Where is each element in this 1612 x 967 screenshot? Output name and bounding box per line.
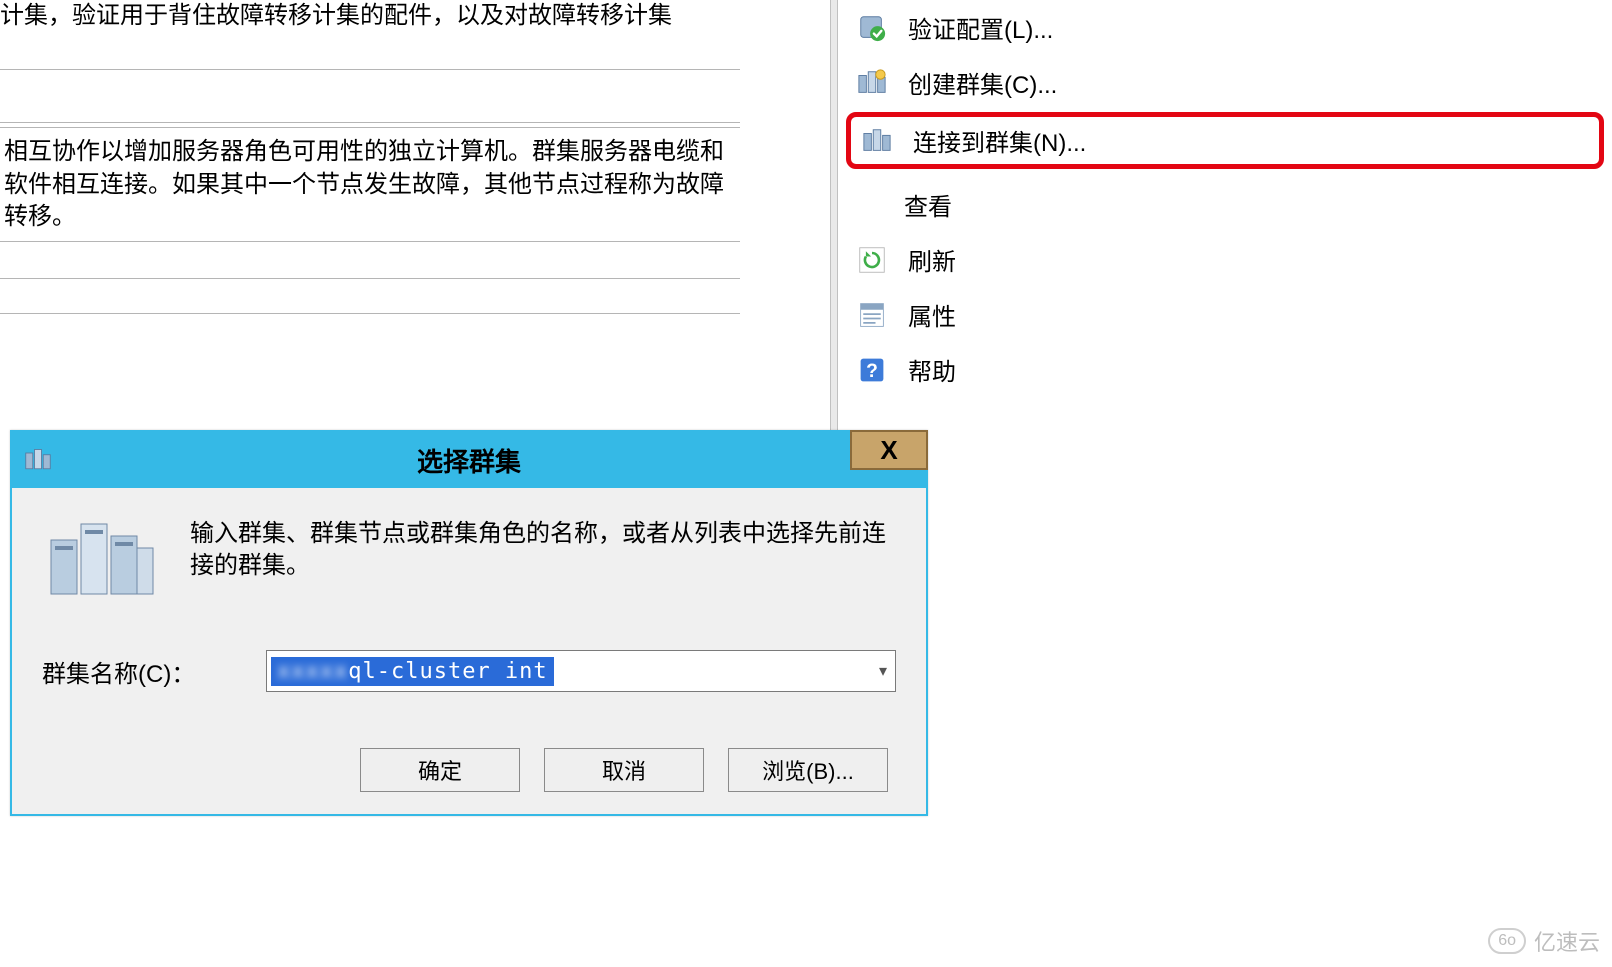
dialog-body: 输入群集、群集节点或群集角色的名称，或者从列表中选择先前连接的群集。 群集名称(… — [12, 488, 926, 814]
watermark-text: 亿速云 — [1534, 925, 1600, 957]
action-label: 连接到群集(N)... — [913, 123, 1086, 158]
cluster-name-combobox[interactable]: xxxxxql-cluster int ▾ — [266, 650, 896, 692]
vertical-separator — [830, 0, 838, 430]
action-label: 属性 — [908, 297, 956, 332]
help-icon: ? — [856, 354, 888, 386]
cluster-name-label: 群集名称(C)： — [42, 654, 242, 689]
action-validate-config[interactable]: 验证配置(L)... — [838, 0, 1612, 55]
cluster-name-value: xxxxxql-cluster int — [271, 657, 554, 686]
description-box: 相互协作以增加服务器角色可用性的独立计算机。群集服务器电缆和软件相互连接。如果其… — [0, 127, 740, 242]
ok-button[interactable]: 确定 — [360, 748, 520, 792]
partial-top-text: 计集，验证用于背住故障转移计集的配件，以及对故障转移计集 — [0, 0, 830, 39]
browse-button[interactable]: 浏览(B)... — [728, 748, 888, 792]
close-glyph: X — [880, 435, 897, 466]
watermark: 6o 亿速云 — [1488, 925, 1600, 957]
chevron-down-icon[interactable]: ▾ — [879, 661, 887, 681]
cluster-name-field-row: 群集名称(C)： xxxxxql-cluster int ▾ — [42, 650, 896, 692]
dialog-title-icon — [22, 444, 54, 476]
refresh-icon — [856, 244, 888, 276]
action-label: 查看 — [904, 187, 952, 222]
action-refresh[interactable]: 刷新 — [838, 232, 1612, 287]
actions-pane: 验证配置(L)... 创建群集(C)... 连接到群集(N)... 查看 — [838, 0, 1612, 430]
empty-section-box-2 — [0, 278, 740, 314]
action-label: 创建群集(C)... — [908, 65, 1057, 100]
action-help[interactable]: ? 帮助 — [838, 342, 1612, 397]
select-cluster-dialog: 选择群集 X 输入群集、群集节点或群集角色的名称，或者从列表中选择先前连接的群集… — [10, 430, 928, 816]
dialog-instructions: 输入群集、群集节点或群集角色的名称，或者从列表中选择先前连接的群集。 — [190, 512, 896, 583]
main-content-panel: 计集，验证用于背住故障转移计集的配件，以及对故障转移计集 相互协作以增加服务器角… — [0, 0, 830, 430]
dialog-titlebar[interactable]: 选择群集 X — [12, 432, 926, 488]
svg-text:?: ? — [866, 361, 878, 382]
action-label: 帮助 — [908, 352, 956, 387]
cluster-big-icon — [42, 512, 162, 602]
create-cluster-icon — [856, 67, 888, 99]
action-view[interactable]: 查看 — [838, 177, 1612, 232]
cancel-button[interactable]: 取消 — [544, 748, 704, 792]
action-create-cluster[interactable]: 创建群集(C)... — [838, 55, 1612, 110]
dialog-title: 选择群集 — [12, 442, 926, 479]
validate-icon — [856, 12, 888, 44]
empty-section-box — [0, 69, 740, 123]
action-label: 验证配置(L)... — [908, 10, 1053, 45]
connect-cluster-icon — [861, 125, 893, 157]
dialog-close-button[interactable]: X — [850, 430, 928, 470]
action-label: 刷新 — [908, 242, 956, 277]
action-connect-cluster[interactable]: 连接到群集(N)... — [846, 112, 1604, 169]
properties-icon — [856, 299, 888, 331]
action-properties[interactable]: 属性 — [838, 287, 1612, 342]
watermark-badge: 6o — [1488, 928, 1526, 954]
dialog-button-row: 确定 取消 浏览(B)... — [42, 748, 896, 798]
